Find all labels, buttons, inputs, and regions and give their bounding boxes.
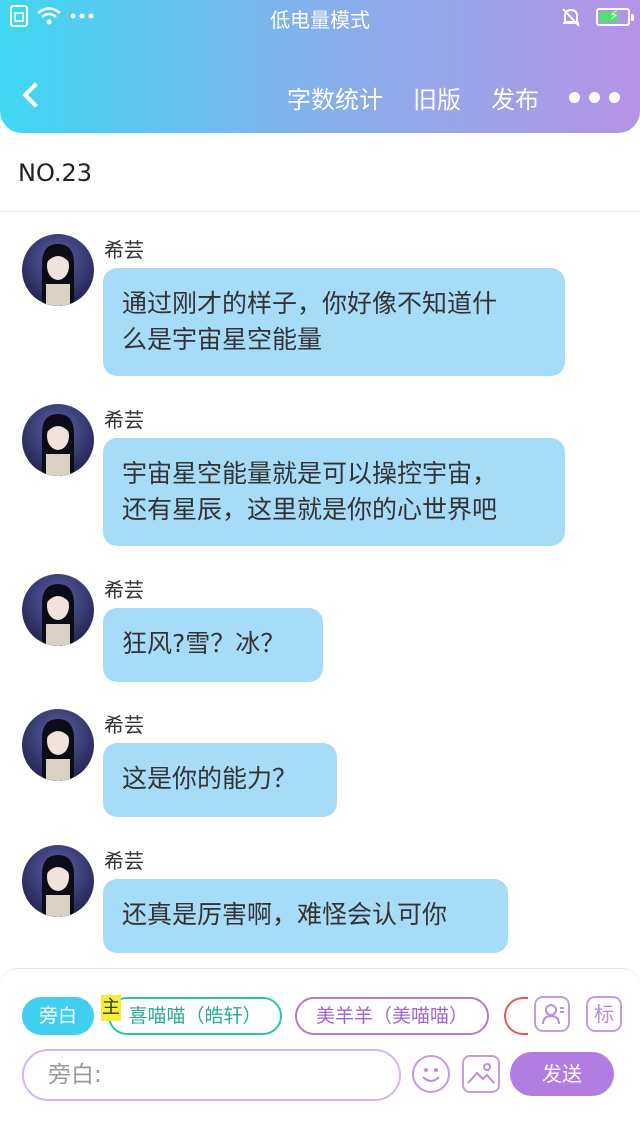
avatar[interactable] [22,574,94,646]
smiley-icon[interactable] [412,1055,450,1093]
sender-name: 希芸 [104,238,144,262]
send-button[interactable]: 发送 [510,1052,614,1096]
bell-muted-icon [562,8,580,27]
publish-button[interactable]: 发布 [491,80,539,115]
role-chip-partial[interactable] [504,997,528,1035]
role-chip[interactable]: 喜喵喵（皓轩） [108,997,282,1035]
person-card-icon[interactable] [534,996,570,1032]
input-row: 发送 [22,1049,622,1101]
avatar[interactable] [22,845,94,917]
main-role-tag: 主 [101,995,121,1021]
sender-name: 希芸 [104,849,144,873]
word-count-button[interactable]: 字数统计 [287,80,383,115]
role-selector: 旁白 喜喵喵（皓轩） 主 美羊羊（美喵喵） 标 [22,995,622,1039]
composer: 旁白 喜喵喵（皓轩） 主 美羊羊（美喵喵） 标 发送 [0,968,640,1138]
sender-name: 希芸 [104,408,144,432]
status-title: 低电量模式 [270,8,370,32]
title-row: NO.23 [0,133,640,212]
avatar[interactable] [22,234,94,306]
image-icon[interactable] [462,1055,500,1093]
message-bubble[interactable]: 狂风?雪？冰？ [103,608,323,682]
message-bubble[interactable]: 通过刚才的样子，你好像不知道什 么是宇宙星空能量 [103,268,565,376]
back-button[interactable] [18,78,50,112]
message-bubble[interactable]: 宇宙星空能量就是可以操控宇宙， 还有星辰，这里就是你的心世界吧 [103,438,565,546]
status-icons-right: ⚡ [560,6,634,28]
sender-name: 希芸 [104,713,144,737]
message-bubble[interactable]: 这是你的能力？ [103,743,337,817]
battery-icon: ⚡ [596,8,634,26]
message-bubble[interactable]: 还真是厉害啊，难怪会认可你 [103,879,508,953]
message-input[interactable] [22,1049,401,1101]
app-header: 低电量模式 ⚡ 字数统计 旧版 发布 [0,0,640,133]
role-chip[interactable]: 美羊羊（美喵喵） [295,997,489,1035]
more-dots-icon[interactable] [569,83,620,113]
message-list[interactable]: 希芸 通过刚才的样子，你好像不知道什 么是宇宙星空能量 希芸 宇宙星空能量就是可… [0,212,640,968]
header-actions: 字数统计 旧版 发布 [287,80,620,115]
status-bar: 低电量模式 ⚡ [0,0,640,34]
avatar[interactable] [22,709,94,781]
sender-name: 希芸 [104,578,144,602]
page-title: NO.23 [18,159,93,187]
mark-button[interactable]: 标 [586,996,622,1032]
old-version-button[interactable]: 旧版 [413,80,461,115]
avatar[interactable] [22,404,94,476]
role-narrator-chip[interactable]: 旁白 [22,997,94,1035]
